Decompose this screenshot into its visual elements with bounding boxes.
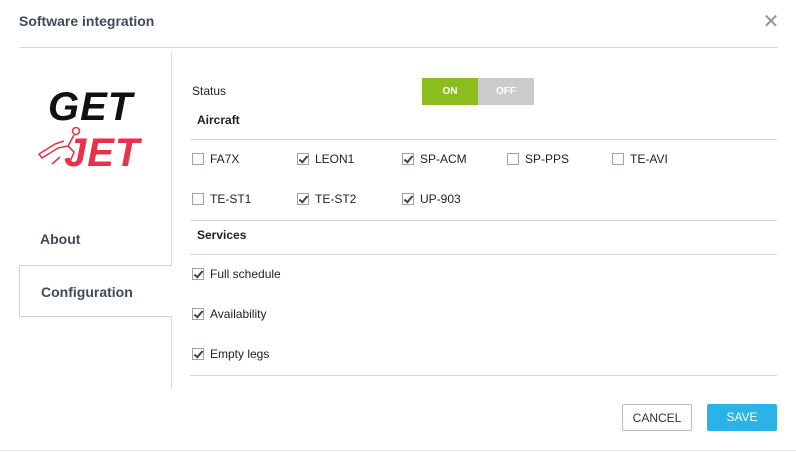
services-divider-top — [190, 254, 777, 255]
checkbox-label: Availability — [210, 307, 267, 321]
service-checkbox-empty-legs[interactable]: Empty legs — [192, 347, 269, 361]
status-label: Status — [192, 84, 227, 98]
checkbox-box[interactable] — [402, 153, 414, 165]
aircraft-checkbox-te-avi[interactable]: TE-AVI — [612, 152, 668, 166]
header-divider — [19, 47, 778, 48]
close-icon[interactable]: ✕ — [762, 12, 780, 32]
aircraft-divider-bottom — [190, 220, 777, 221]
service-checkbox-availability[interactable]: Availability — [192, 307, 266, 321]
nav-item-configuration[interactable]: Configuration — [19, 265, 172, 317]
services-divider-bottom — [190, 375, 777, 376]
status-off-option[interactable]: OFF — [478, 78, 534, 105]
status-toggle[interactable]: ON OFF — [422, 78, 534, 105]
aircraft-checkbox-leon1[interactable]: LEON1 — [297, 152, 354, 166]
checkbox-box[interactable] — [612, 153, 624, 165]
services-heading: Services — [197, 228, 247, 242]
cancel-button[interactable]: CANCEL — [622, 404, 692, 431]
checkbox-label: SP-PPS — [525, 152, 570, 166]
logo-text-get: GET — [48, 85, 136, 129]
status-on-option[interactable]: ON — [422, 78, 478, 105]
save-button[interactable]: SAVE — [707, 404, 777, 431]
get-jet-logo: GET JET — [38, 85, 143, 175]
checkbox-box[interactable] — [297, 193, 309, 205]
checkbox-label: FA7X — [210, 152, 240, 166]
checkbox-label: SP-ACM — [420, 152, 467, 166]
checkbox-box[interactable] — [297, 153, 309, 165]
logo-text-jet: JET — [64, 131, 143, 175]
aircraft-divider-top — [190, 139, 777, 140]
dialog-title: Software integration — [19, 13, 155, 29]
checkbox-box[interactable] — [192, 308, 204, 320]
checkbox-box[interactable] — [192, 268, 204, 280]
checkbox-label: LEON1 — [315, 152, 355, 166]
checkbox-label: TE-ST1 — [210, 192, 252, 206]
aircraft-checkbox-te-st2[interactable]: TE-ST2 — [297, 192, 356, 206]
aircraft-checkbox-sp-acm[interactable]: SP-ACM — [402, 152, 467, 166]
aircraft-heading: Aircraft — [197, 113, 240, 127]
nav-divider — [171, 53, 172, 389]
aircraft-checkbox-fa7x[interactable]: FA7X — [192, 152, 239, 166]
checkbox-box[interactable] — [402, 193, 414, 205]
nav-item-about[interactable]: About — [19, 214, 171, 264]
checkbox-label: Full schedule — [210, 267, 281, 281]
checkbox-label: Empty legs — [210, 347, 270, 361]
service-checkbox-full-schedule[interactable]: Full schedule — [192, 267, 281, 281]
footer-divider — [0, 450, 796, 451]
aircraft-checkbox-te-st1[interactable]: TE-ST1 — [192, 192, 251, 206]
checkbox-box[interactable] — [192, 348, 204, 360]
checkbox-box[interactable] — [192, 193, 204, 205]
checkbox-label: TE-AVI — [630, 152, 668, 166]
checkbox-box[interactable] — [192, 153, 204, 165]
checkbox-label: TE-ST2 — [315, 192, 357, 206]
aircraft-checkbox-up-903[interactable]: UP-903 — [402, 192, 461, 206]
checkbox-label: UP-903 — [420, 192, 461, 206]
aircraft-checkbox-sp-pps[interactable]: SP-PPS — [507, 152, 569, 166]
checkbox-box[interactable] — [507, 153, 519, 165]
